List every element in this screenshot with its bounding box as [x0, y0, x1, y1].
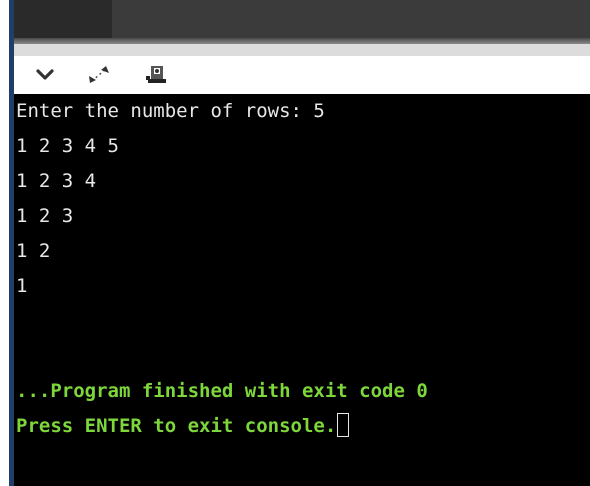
exit-status-line: ...Program finished with exit code 0 — [16, 380, 428, 402]
console-line: 1 2 — [16, 240, 51, 262]
console-output[interactable]: Enter the number of rows: 5 1 2 3 4 5 1 … — [14, 94, 590, 486]
console-line: Enter the number of rows: 5 — [16, 100, 325, 122]
console-line: 1 2 3 — [16, 205, 74, 227]
console-line: 1 2 3 4 5 — [16, 135, 119, 157]
window-margin — [0, 0, 9, 486]
press-enter-line: Press ENTER to exit console. — [16, 409, 590, 444]
press-enter-text: Press ENTER to exit console. — [16, 415, 337, 437]
console-toolbar — [14, 44, 590, 94]
toolbar-top-border — [14, 44, 590, 56]
settings-icon[interactable] — [142, 60, 172, 90]
expand-icon[interactable] — [84, 60, 114, 90]
chevron-down-icon[interactable] — [30, 60, 60, 90]
title-bar — [14, 0, 590, 44]
console-line: 1 2 3 4 — [16, 170, 97, 192]
console-window: Enter the number of rows: 5 1 2 3 4 5 1 … — [0, 0, 590, 486]
text-cursor — [337, 413, 350, 437]
console-line: 1 — [16, 275, 28, 297]
